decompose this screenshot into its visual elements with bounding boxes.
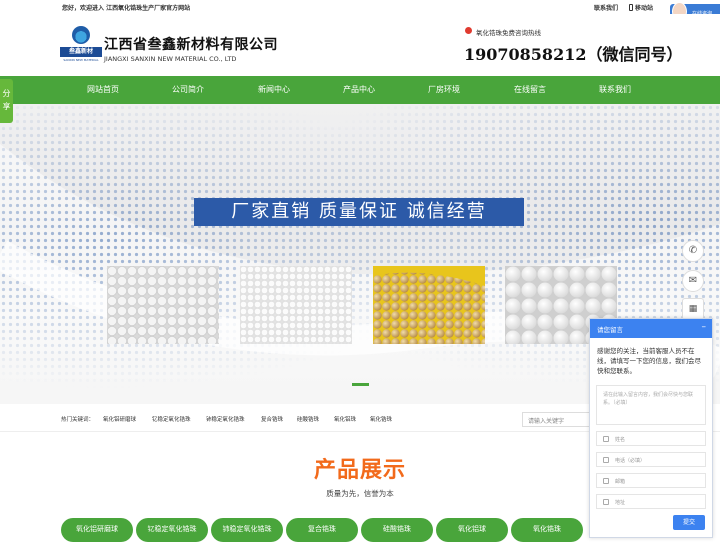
main-nav: 网站首页 公司简介 新闻中心 产品中心 厂房环境 在线留言 联系我们: [0, 76, 720, 104]
message-panel: 请您留言 – 感谢您的关注，当前客服人员不在线，请填写一下您的信息，我们会尽快和…: [589, 318, 713, 538]
category-button[interactable]: 复合锆珠: [286, 518, 358, 542]
category-button[interactable]: 氧化锆珠: [511, 518, 583, 542]
phone-placeholder: 电话（必填）: [615, 458, 646, 464]
banner-product-image[interactable]: [373, 266, 485, 344]
banner-product-image[interactable]: [240, 266, 352, 344]
nav-products[interactable]: 产品中心: [343, 76, 375, 104]
keyword-link[interactable]: 氧化铝珠: [334, 415, 356, 423]
top-contact-link[interactable]: 联系我们: [594, 3, 618, 12]
company-name-cn: 江西省叁鑫新材料有限公司: [104, 37, 278, 53]
nav-factory[interactable]: 厂房环境: [428, 76, 460, 104]
mobile-icon: [629, 4, 633, 11]
mobile-site-label: 移动站: [635, 5, 654, 12]
top-bar: 您好，欢迎进入 江西氧化锆珠生产厂家官方网站 联系我们 移动站: [0, 0, 720, 14]
keyword-link[interactable]: 氧化锆珠: [370, 415, 392, 423]
category-button[interactable]: 铈稳定氧化锆珠: [211, 518, 283, 542]
slider-indicator[interactable]: [352, 383, 369, 386]
share-button[interactable]: 分享: [0, 79, 13, 123]
name-placeholder: 姓名: [615, 437, 626, 443]
phone-input[interactable]: 电话（必填）: [596, 452, 706, 467]
message-intro: 感谢您的关注，当前客服人员不在线，请填写一下您的信息，我们会尽快和您联系。: [597, 347, 701, 375]
email-icon: [603, 478, 609, 484]
keyword-link[interactable]: 铈稳定氧化锆珠: [206, 415, 245, 423]
site-header: 叁鑫新材 SANXIN NEW MATERIAL 江西省叁鑫新材料有限公司 JI…: [0, 14, 720, 76]
address-icon: [603, 499, 609, 505]
phone-icon: [465, 27, 472, 34]
email-placeholder: 邮箱: [615, 479, 626, 485]
message-panel-title: 请您留言: [597, 326, 623, 334]
keyword-link[interactable]: 硅酸锆珠: [297, 415, 319, 423]
nav-news[interactable]: 新闻中心: [258, 76, 290, 104]
nav-home[interactable]: 网站首页: [87, 76, 119, 104]
name-input[interactable]: 姓名: [596, 431, 706, 446]
qrcode-tool-icon[interactable]: ▦: [682, 298, 704, 320]
logo-emblem-icon: [72, 26, 90, 44]
category-button[interactable]: 硅酸锆珠: [361, 518, 433, 542]
category-button[interactable]: 氧化铝研磨球: [61, 518, 133, 542]
phone-field-icon: [603, 457, 609, 463]
nav-about[interactable]: 公司简介: [172, 76, 204, 104]
keywords-label: 热门关键词：: [61, 417, 95, 423]
banner-product-image[interactable]: [107, 266, 219, 344]
hotline-number: 19070858212（微信同号）: [464, 45, 683, 64]
nav-message[interactable]: 在线留言: [514, 76, 546, 104]
phone-tool-icon[interactable]: ✆: [682, 240, 704, 262]
message-panel-header: 请您留言 –: [590, 319, 712, 338]
hotline-label: 氧化锆珠免费咨询热线: [476, 29, 541, 37]
logo-subtext: SANXIN NEW MATERIAL: [63, 58, 99, 62]
keyword-link[interactable]: 钇稳定氧化锆珠: [152, 415, 191, 423]
welcome-text: 您好，欢迎进入 江西氧化锆珠生产厂家官方网站: [62, 5, 191, 12]
address-input[interactable]: 地址: [596, 494, 706, 509]
mobile-site-link[interactable]: 移动站: [629, 3, 653, 12]
nav-contact[interactable]: 联系我们: [599, 76, 631, 104]
email-input[interactable]: 邮箱: [596, 473, 706, 488]
chat-tool-icon[interactable]: ✉: [682, 270, 704, 292]
message-content-input[interactable]: 请在此输入留言内容，我们会尽快与您联系。（必填）: [596, 385, 706, 425]
keyword-link[interactable]: 复合锆珠: [261, 415, 283, 423]
company-logo[interactable]: 叁鑫新材 SANXIN NEW MATERIAL: [60, 26, 102, 66]
submit-button[interactable]: 提交: [673, 515, 705, 530]
category-button[interactable]: 钇稳定氧化锆珠: [136, 518, 208, 542]
company-name-en: JIANGXI SANXIN NEW MATERIAL CO., LTD: [104, 55, 237, 63]
user-icon: [603, 436, 609, 442]
banner-slogan: 厂家直销 质量保证 诚信经营: [194, 198, 524, 226]
logo-text: 叁鑫新材: [60, 47, 102, 57]
address-placeholder: 地址: [615, 500, 626, 506]
category-button[interactable]: 氧化铝球: [436, 518, 508, 542]
minimize-icon[interactable]: –: [702, 322, 707, 332]
keyword-link[interactable]: 氧化铝研磨球: [103, 415, 136, 423]
